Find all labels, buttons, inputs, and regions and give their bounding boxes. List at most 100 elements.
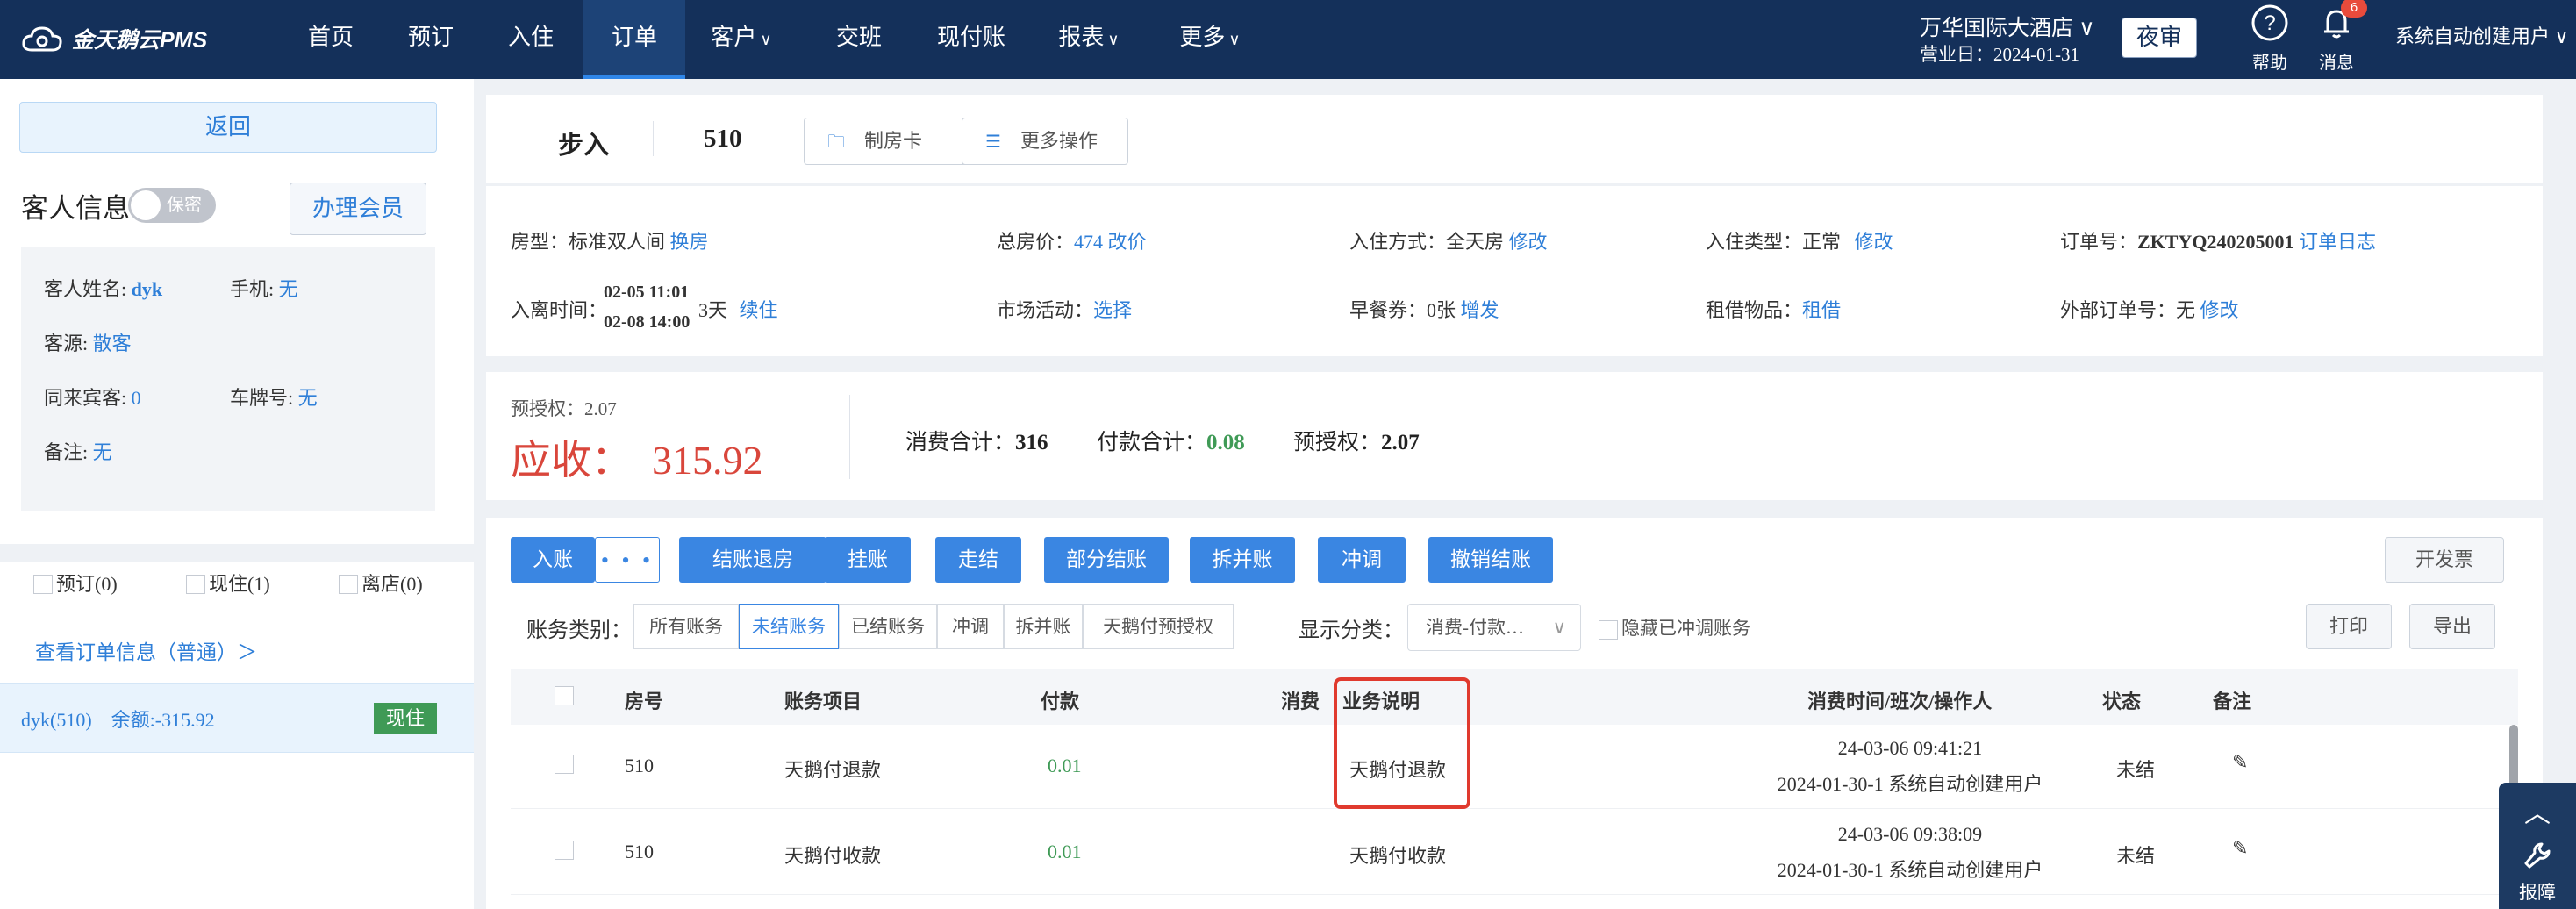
more-operations-button[interactable]: ☰ 更多操作 [962,118,1128,165]
room-number: 510 [704,125,742,153]
hang-account-button[interactable]: 挂账 [825,537,911,583]
nav-cash-account[interactable]: 现付账 [923,0,1020,79]
table-header: 房号 账务项目 付款 消费 业务说明 消费时间/班次/操作人 状态 备注 [511,669,2518,725]
nav-checkin[interactable]: 入住 [493,0,569,79]
remark-value[interactable]: 无 [93,441,112,463]
cell-shift-operator: 2024-01-30-1 系统自动创建用户 [1777,773,2043,795]
market-select-link[interactable]: 选择 [1093,299,1132,321]
post-charge-button[interactable]: 入账 [511,537,595,583]
table-row[interactable]: 510 天鹅付收款 0.01 天鹅付收款 24-03-06 09:38:09 2… [511,811,2518,895]
phone-value[interactable]: 无 [279,278,298,300]
user-menu[interactable]: 系统自动创建用户 ∨ [2395,21,2569,49]
nights-info: 3天 续住 [698,295,778,323]
brand-name: 金天鹅云PMS [72,28,208,53]
change-price-link[interactable]: 改价 [1108,231,1147,253]
checkbox[interactable] [339,574,358,594]
companions-label: 同来宾客: [44,387,127,409]
rental-link[interactable]: 租借 [1802,299,1841,321]
register-member-button[interactable]: 办理会员 [290,183,426,235]
back-button[interactable]: 返回 [19,102,437,153]
rental-label: 租借物品： [1706,299,1803,321]
plate-field: 车牌号: 无 [230,383,318,411]
cell-description: 天鹅付收款 [1349,845,1447,867]
extend-stay-link[interactable]: 续住 [740,299,778,321]
select-all-checkbox[interactable] [555,686,574,705]
room-list-item[interactable]: dyk(510) 余额:-315.92 现住 [0,683,474,753]
filter-settled[interactable]: 已结账务 [839,604,937,649]
toggle-knob [131,190,161,220]
companions-value[interactable]: 0 [132,387,141,409]
invoice-button[interactable]: 开发票 [2385,537,2504,583]
wrench-icon[interactable] [2499,841,2576,875]
scroll-top-icon[interactable]: ︿ [2499,791,2576,830]
companions-field: 同来宾客: 0 [44,383,141,411]
chevron-down-icon: ∨ [1107,31,1120,48]
guest-name-value[interactable]: dyk [132,278,162,300]
nav-reservation[interactable]: 预订 [393,0,469,79]
stay-period-label: 入离时间： [511,299,608,321]
filter-unsettled[interactable]: 未结账务 [739,604,839,649]
export-button[interactable]: 导出 [2409,604,2495,649]
edit-checkin-mode-link[interactable]: 修改 [1509,231,1548,253]
filter-departed[interactable]: 离店(0) [339,569,423,597]
cancel-checkout-button[interactable]: 撤销结账 [1428,537,1553,583]
filter-all[interactable]: 所有账务 [633,604,739,649]
issue-breakfast-link[interactable]: 增发 [1461,299,1499,321]
filter-split-merge[interactable]: 拆并账 [1004,604,1083,649]
night-audit-button[interactable]: 夜审 [2122,18,2197,58]
brand-logo[interactable]: 金天鹅云PMS [21,23,207,54]
checkout-button[interactable]: 结账退房 [679,537,826,583]
nav-home[interactable]: 首页 [293,0,369,79]
filter-reserved[interactable]: 预订(0) [33,569,118,597]
edit-external-order-link[interactable]: 修改 [2200,299,2239,321]
cell-room: 510 [625,841,654,862]
nav-more[interactable]: 更多 ∨ [1170,0,1249,79]
cloud-logo-icon [22,26,62,52]
departure-time: 02-08 14:00 [604,312,691,332]
checkbox[interactable] [33,574,53,594]
display-category-select[interactable]: 消费-付款… ∨ [1407,604,1581,651]
market-info: 市场活动：选择 [997,295,1132,323]
checkbox[interactable] [186,574,205,594]
source-value[interactable]: 散客 [93,333,132,354]
plate-value[interactable]: 无 [298,387,318,409]
order-log-link[interactable]: 订单日志 [2299,231,2376,253]
th-room: 房号 [625,691,664,712]
cell-payment: 0.01 [1048,841,1082,862]
filter-adjusted[interactable]: 冲调 [937,604,1004,649]
external-order-label: 外部订单号： [2060,299,2177,321]
partial-checkout-button[interactable]: 部分结账 [1044,537,1169,583]
checkin-mode-label: 入住方式： [1349,231,1447,253]
nav-shift[interactable]: 交班 [819,0,898,79]
hide-adjusted-checkbox[interactable]: 隐藏已冲调账务 [1599,614,1750,641]
report-issue-label[interactable]: 报障 [2499,878,2576,905]
privacy-toggle[interactable]: 保密 [128,188,216,223]
print-button[interactable]: 打印 [2306,604,2392,649]
change-room-link[interactable]: 换房 [670,231,709,253]
view-order-info-link[interactable]: 查看订单信息（普通）＞ [35,635,257,665]
nav-reports[interactable]: 报表 ∨ [1049,0,1128,79]
edit-pencil-icon[interactable]: ✎ [2232,751,2248,774]
hotel-selector[interactable]: 万华国际大酒店 ∨ [1920,11,2095,42]
folder-icon: 🗀 [827,132,845,152]
nav-orders[interactable]: 订单 [583,0,685,79]
adjust-button[interactable]: 冲调 [1318,537,1406,583]
split-merge-button[interactable]: 拆并账 [1190,537,1295,583]
edit-pencil-icon[interactable]: ✎ [2232,837,2248,860]
checkbox[interactable] [1599,620,1618,641]
table-row[interactable]: 510 天鹅付退款 0.01 天鹅付退款 24-03-06 09:41:21 2… [511,725,2518,809]
help-button[interactable]: ? 帮助 [2239,4,2301,74]
filter-swan-preauth[interactable]: 天鹅付预授权 [1083,604,1234,649]
messages-button[interactable]: 6 消息 [2306,0,2367,74]
walk-checkout-button[interactable]: 走结 [935,537,1021,583]
order-header-panel: 步入 510 🗀 制房卡 ☰ 更多操作 [486,95,2543,183]
external-order-value: 无 [2176,299,2196,321]
left-sidebar: 返回 客人信息 保密 办理会员 客人姓名: dyk 手机: 无 客源: 散客 同… [0,79,474,909]
row-checkbox[interactable] [555,841,574,860]
nav-customers[interactable]: 客户 ∨ [702,0,781,79]
more-actions-button[interactable]: • • • [595,537,660,583]
filter-in-house[interactable]: 现住(1) [186,569,270,597]
edit-checkin-type-link[interactable]: 修改 [1855,231,1893,253]
total-price-value[interactable]: 474 [1074,231,1103,253]
row-checkbox[interactable] [555,755,574,774]
